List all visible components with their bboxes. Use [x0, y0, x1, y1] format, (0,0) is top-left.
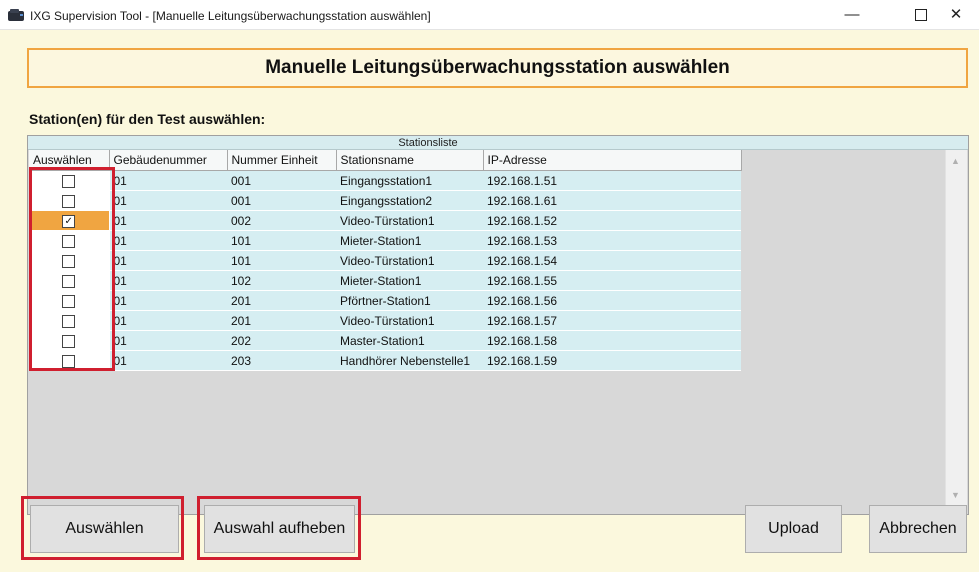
row-select-cell[interactable]: ✓	[29, 210, 110, 231]
column-header-station-name[interactable]: Stationsname	[336, 150, 484, 171]
row-checkbox[interactable]	[62, 294, 76, 308]
table-row[interactable]: ✓ 01 002 Video-Türstation1 192.168.1.52	[29, 210, 741, 231]
minimize-button[interactable]: —	[829, 0, 875, 30]
cell-unit: 102	[227, 270, 336, 291]
cell-ip: 192.168.1.61	[483, 190, 741, 211]
cell-station-name: Master-Station1	[336, 330, 483, 351]
cell-station-name: Eingangsstation1	[336, 170, 483, 191]
row-checkbox[interactable]	[62, 254, 76, 268]
table-row[interactable]: 01 202 Master-Station1 192.168.1.58	[29, 330, 741, 351]
cell-ip: 192.168.1.57	[483, 310, 741, 331]
cell-ip: 192.168.1.51	[483, 170, 741, 191]
row-select-cell[interactable]	[29, 310, 110, 331]
cell-ip: 192.168.1.58	[483, 330, 741, 351]
table-header-row: Auswählen Gebäudenummer Nummer Einheit S…	[29, 150, 742, 171]
upload-button[interactable]: Upload	[745, 505, 842, 553]
row-select-cell[interactable]	[29, 170, 110, 191]
table-row[interactable]: 01 101 Mieter-Station1 192.168.1.53	[29, 230, 741, 251]
cancel-button[interactable]: Abbrechen	[869, 505, 967, 553]
row-select-cell[interactable]	[29, 270, 110, 291]
row-checkbox[interactable]	[62, 194, 76, 208]
cell-station-name: Video-Türstation1	[336, 250, 483, 271]
cell-station-name: Pförtner-Station1	[336, 290, 483, 311]
vertical-scrollbar[interactable]: ▲ ▼	[945, 150, 967, 514]
cell-building: 01	[109, 230, 227, 251]
cell-building: 01	[109, 350, 227, 371]
table-row[interactable]: 01 201 Pförtner-Station1 192.168.1.56	[29, 290, 741, 311]
row-select-cell[interactable]	[29, 350, 110, 371]
cell-station-name: Video-Türstation1	[336, 210, 483, 231]
row-select-cell[interactable]	[29, 230, 110, 251]
cell-station-name: Eingangsstation2	[336, 190, 483, 211]
minimize-icon: —	[844, 6, 860, 23]
table-row[interactable]: 01 001 Eingangsstation1 192.168.1.51	[29, 170, 741, 191]
cell-unit: 202	[227, 330, 336, 351]
column-header-building[interactable]: Gebäudenummer	[109, 150, 228, 171]
station-list-grid[interactable]: Stationsliste Auswählen Gebäudenummer Nu…	[27, 135, 969, 515]
cell-ip: 192.168.1.55	[483, 270, 741, 291]
row-checkbox[interactable]	[62, 234, 76, 248]
cell-station-name: Video-Türstation1	[336, 310, 483, 331]
cell-unit: 201	[227, 290, 336, 311]
section-label: Station(en) für den Test auswählen:	[29, 111, 266, 127]
table-body: 01 001 Eingangsstation1 192.168.1.51 01 001 Ei…	[29, 170, 741, 371]
cell-unit: 201	[227, 310, 336, 331]
cell-building: 01	[109, 170, 227, 191]
cell-building: 01	[109, 290, 227, 311]
row-checkbox[interactable]	[62, 314, 76, 328]
table-row[interactable]: 01 101 Video-Türstation1 192.168.1.54	[29, 250, 741, 271]
cell-ip: 192.168.1.52	[483, 210, 741, 231]
cell-unit: 101	[227, 230, 336, 251]
row-checkbox[interactable]	[62, 174, 76, 188]
cell-building: 01	[109, 270, 227, 291]
column-header-select[interactable]: Auswählen	[29, 150, 110, 171]
cell-unit: 002	[227, 210, 336, 231]
row-checkbox[interactable]	[62, 334, 76, 348]
cell-unit: 203	[227, 350, 336, 371]
title-bar: IXG Supervision Tool - [Manuelle Leitung…	[0, 0, 979, 30]
cell-unit: 101	[227, 250, 336, 271]
cell-building: 01	[109, 250, 227, 271]
cell-ip: 192.168.1.56	[483, 290, 741, 311]
cell-building: 01	[109, 310, 227, 331]
column-header-unit[interactable]: Nummer Einheit	[227, 150, 337, 171]
maximize-icon	[915, 9, 927, 22]
station-table: Auswählen Gebäudenummer Nummer Einheit S…	[29, 150, 742, 371]
deselect-button[interactable]: Auswahl aufheben	[204, 505, 355, 553]
cell-station-name: Mieter-Station1	[336, 230, 483, 251]
row-select-cell[interactable]	[29, 330, 110, 351]
cell-station-name: Mieter-Station1	[336, 270, 483, 291]
grid-caption-bar: Stationsliste	[28, 136, 968, 150]
cell-building: 01	[109, 330, 227, 351]
grid-caption: Stationsliste	[398, 137, 458, 149]
cell-building: 01	[109, 190, 227, 211]
cell-ip: 192.168.1.54	[483, 250, 741, 271]
scroll-down-icon[interactable]: ▼	[951, 490, 960, 500]
cell-unit: 001	[227, 190, 336, 211]
scroll-up-icon[interactable]: ▲	[951, 156, 960, 166]
table-row[interactable]: 01 001 Eingangsstation2 192.168.1.61	[29, 190, 741, 211]
table-row[interactable]: 01 203 Handhörer Nebenstelle1 192.168.1.59	[29, 350, 741, 371]
close-icon: ✕	[949, 6, 963, 23]
client-area: Manuelle Leitungsüberwachungsstation aus…	[0, 30, 979, 572]
row-select-cell[interactable]	[29, 190, 110, 211]
table-row[interactable]: 01 102 Mieter-Station1 192.168.1.55	[29, 270, 741, 291]
window-title: IXG Supervision Tool - [Manuelle Leitung…	[30, 9, 431, 23]
cell-ip: 192.168.1.53	[483, 230, 741, 251]
cell-unit: 001	[227, 170, 336, 191]
column-header-ip[interactable]: IP-Adresse	[483, 150, 742, 171]
select-button[interactable]: Auswählen	[30, 505, 179, 553]
row-checkbox[interactable]	[62, 274, 76, 288]
row-checkbox[interactable]: ✓	[62, 214, 76, 228]
cell-building: 01	[109, 210, 227, 231]
row-select-cell[interactable]	[29, 250, 110, 271]
table-row[interactable]: 01 201 Video-Türstation1 192.168.1.57	[29, 310, 741, 331]
cell-ip: 192.168.1.59	[483, 350, 741, 371]
row-checkbox[interactable]	[62, 354, 76, 368]
close-button[interactable]: ✕	[933, 0, 979, 30]
page-title: Manuelle Leitungsüberwachungsstation aus…	[27, 48, 968, 88]
row-select-cell[interactable]	[29, 290, 110, 311]
cell-station-name: Handhörer Nebenstelle1	[336, 350, 483, 371]
app-icon	[8, 9, 24, 21]
